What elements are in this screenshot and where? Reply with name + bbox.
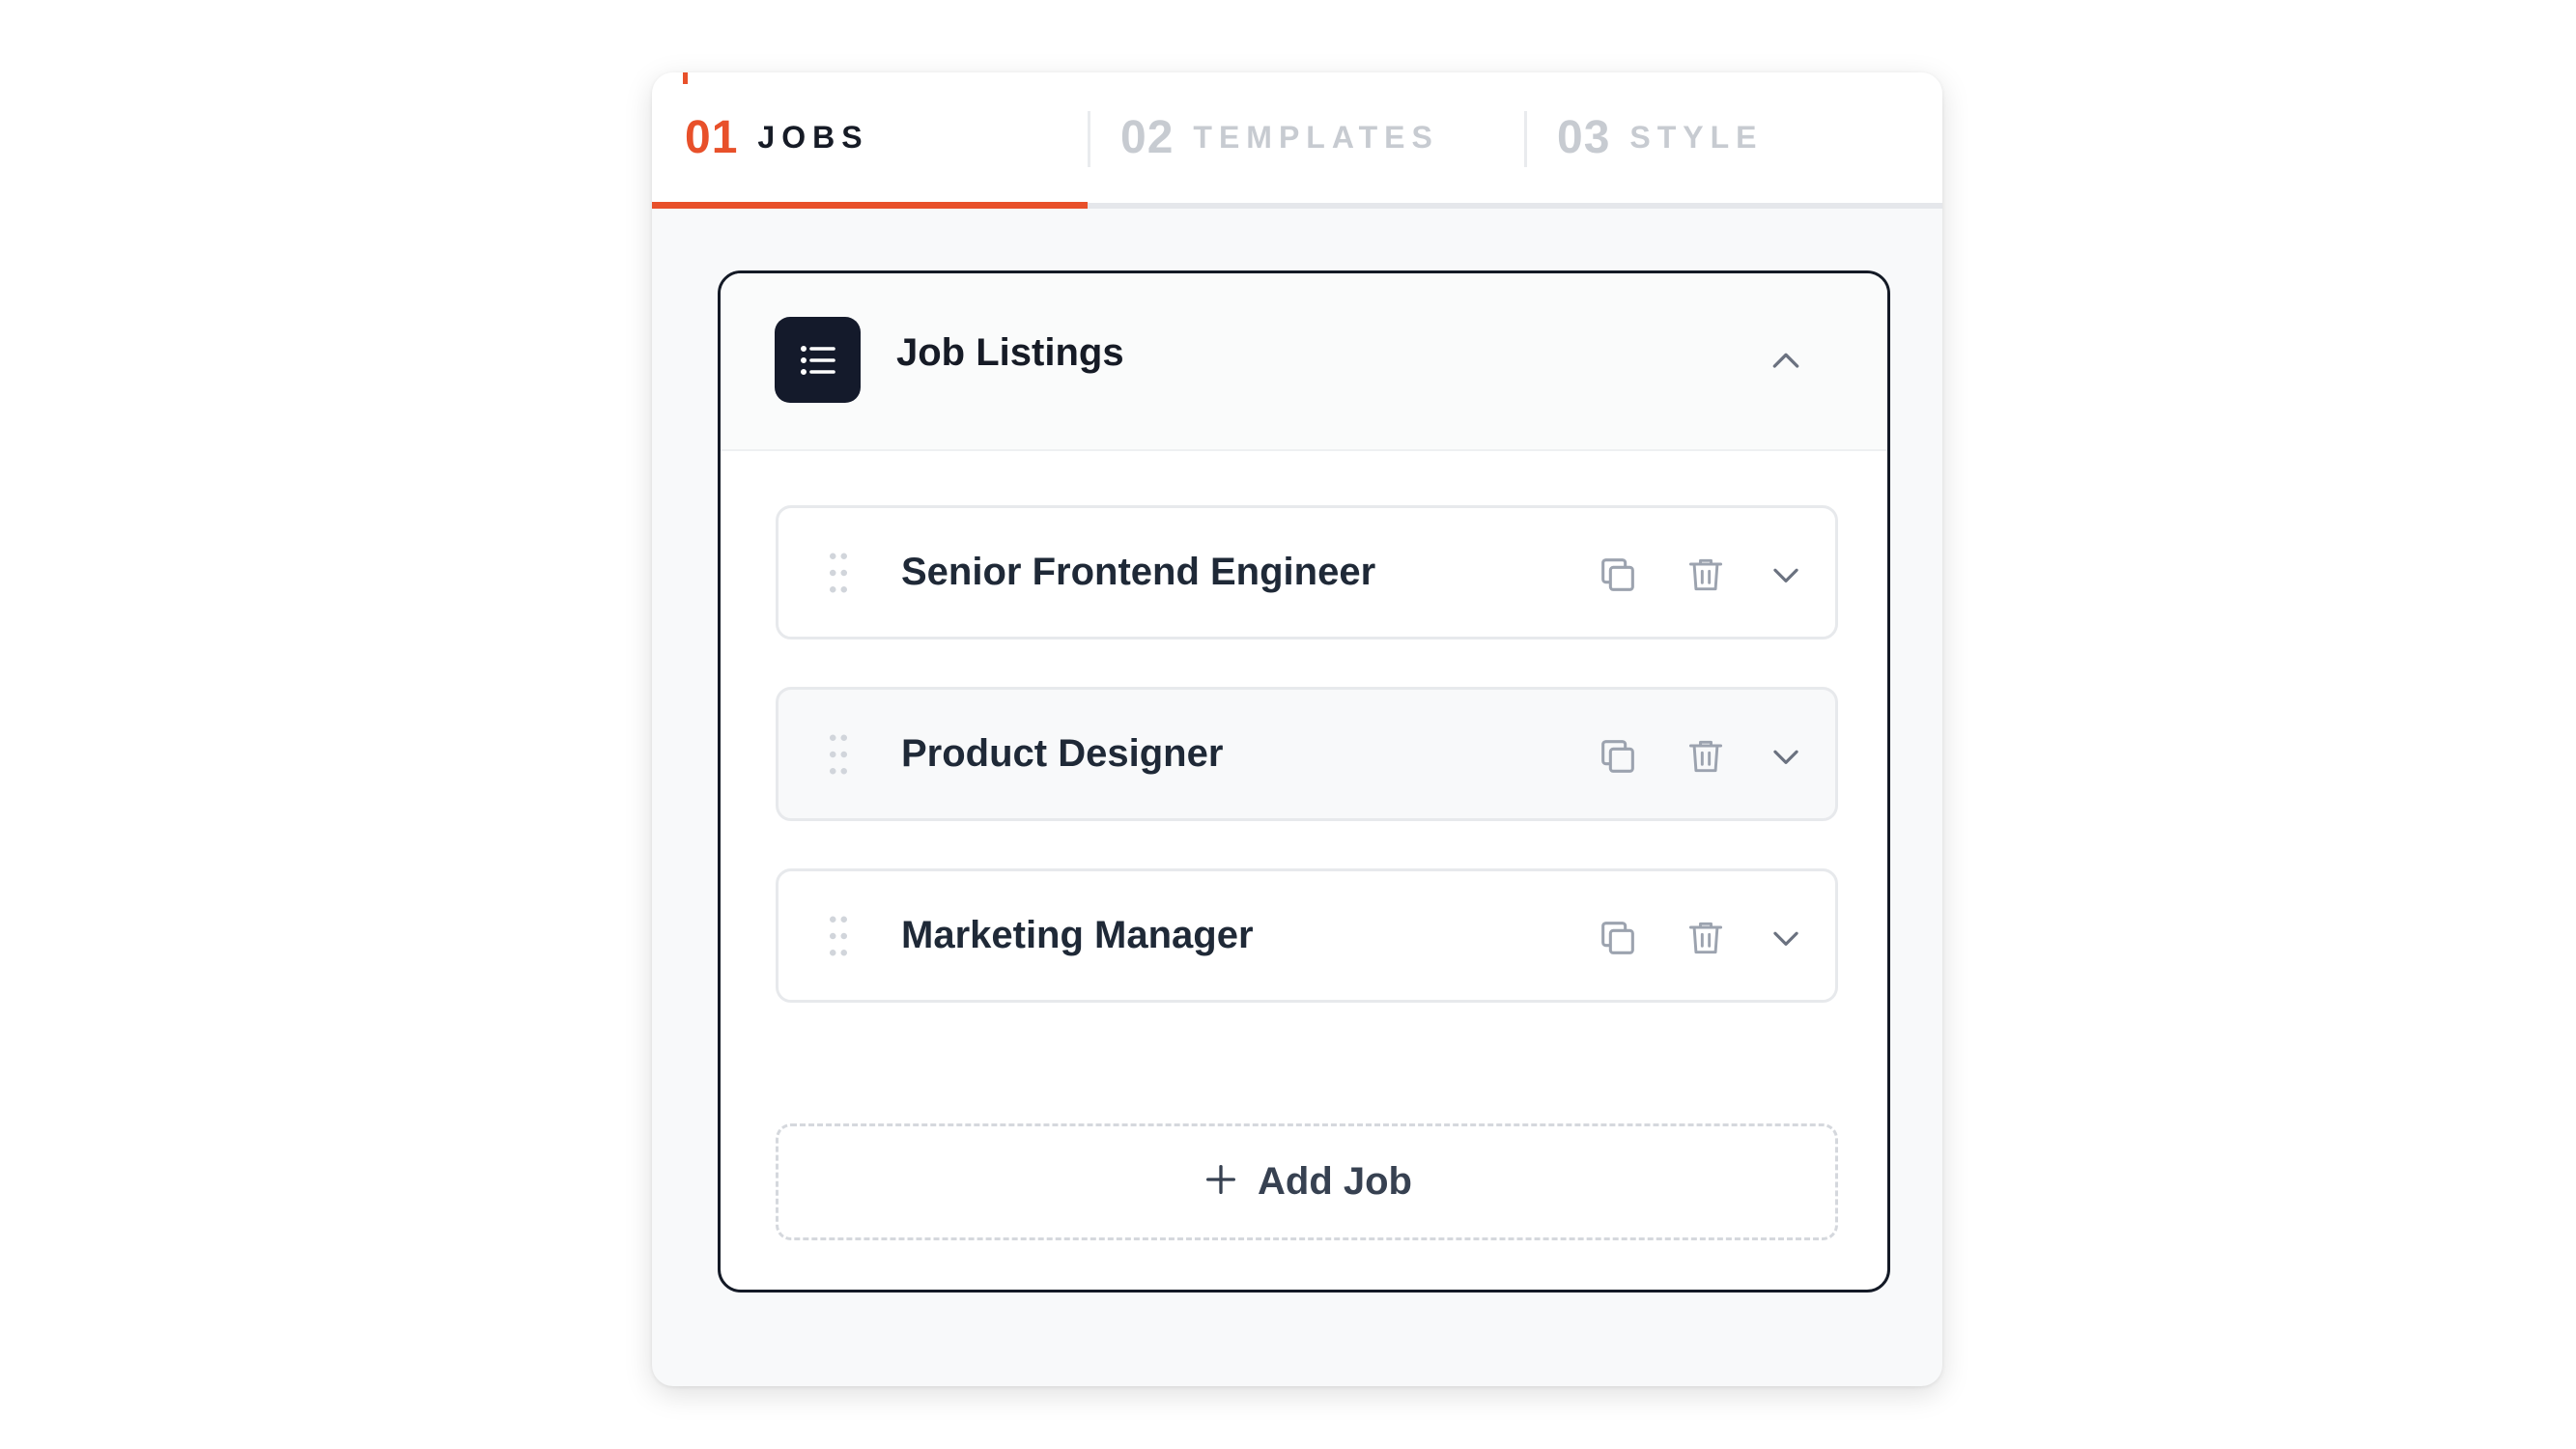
tab-label: JOBS [757,120,869,155]
drag-handle-icon[interactable] [827,914,850,958]
card-title: Job Listings [896,331,1124,374]
trash-icon[interactable] [1680,549,1732,601]
add-job-button[interactable]: Add Job [776,1123,1838,1240]
tab-divider [1088,111,1090,167]
trash-icon[interactable] [1680,912,1732,964]
copy-icon[interactable] [1592,549,1644,601]
job-listings-card: Job Listings Senior Frontend Engineer Pr… [718,270,1890,1293]
page-stage: 01 JOBS 02 TEMPLATES 03 STYLE Job Listin… [0,0,2576,1449]
tab-number: 02 [1120,112,1175,163]
tab-divider [1524,111,1527,167]
builder-panel: 01 JOBS 02 TEMPLATES 03 STYLE Job Listin… [652,72,1942,1386]
tab-number: 03 [1557,112,1611,163]
tab-jobs[interactable]: 01 JOBS [652,72,1088,209]
drag-handle-icon[interactable] [827,551,850,595]
list-icon [775,317,861,403]
tab-label: STYLE [1629,120,1764,155]
job-item[interactable]: Senior Frontend Engineer [776,505,1838,639]
drag-handle-icon[interactable] [827,732,850,777]
chevron-up-icon[interactable] [1764,339,1808,384]
tab-number: 01 [685,112,739,163]
job-title: Senior Frontend Engineer [901,551,1376,593]
job-title: Product Designer [901,732,1224,775]
tab-active-underline [652,202,1088,209]
tab-style[interactable]: 03 STYLE [1524,72,1942,203]
step-tabs: 01 JOBS 02 TEMPLATES 03 STYLE [652,72,1942,209]
copy-icon[interactable] [1592,912,1644,964]
tab-label: TEMPLATES [1193,120,1439,155]
tab-templates[interactable]: 02 TEMPLATES [1088,72,1524,203]
chevron-down-icon[interactable] [1760,549,1812,601]
job-item[interactable]: Marketing Manager [776,868,1838,1003]
job-title: Marketing Manager [901,914,1254,956]
tab-active-marker [683,72,688,84]
add-job-label: Add Job [1258,1160,1412,1203]
job-item[interactable]: Product Designer [776,687,1838,821]
trash-icon[interactable] [1680,730,1732,782]
plus-icon [1202,1160,1240,1204]
chevron-down-icon[interactable] [1760,730,1812,782]
card-header[interactable]: Job Listings [721,273,1887,451]
copy-icon[interactable] [1592,730,1644,782]
chevron-down-icon[interactable] [1760,912,1812,964]
